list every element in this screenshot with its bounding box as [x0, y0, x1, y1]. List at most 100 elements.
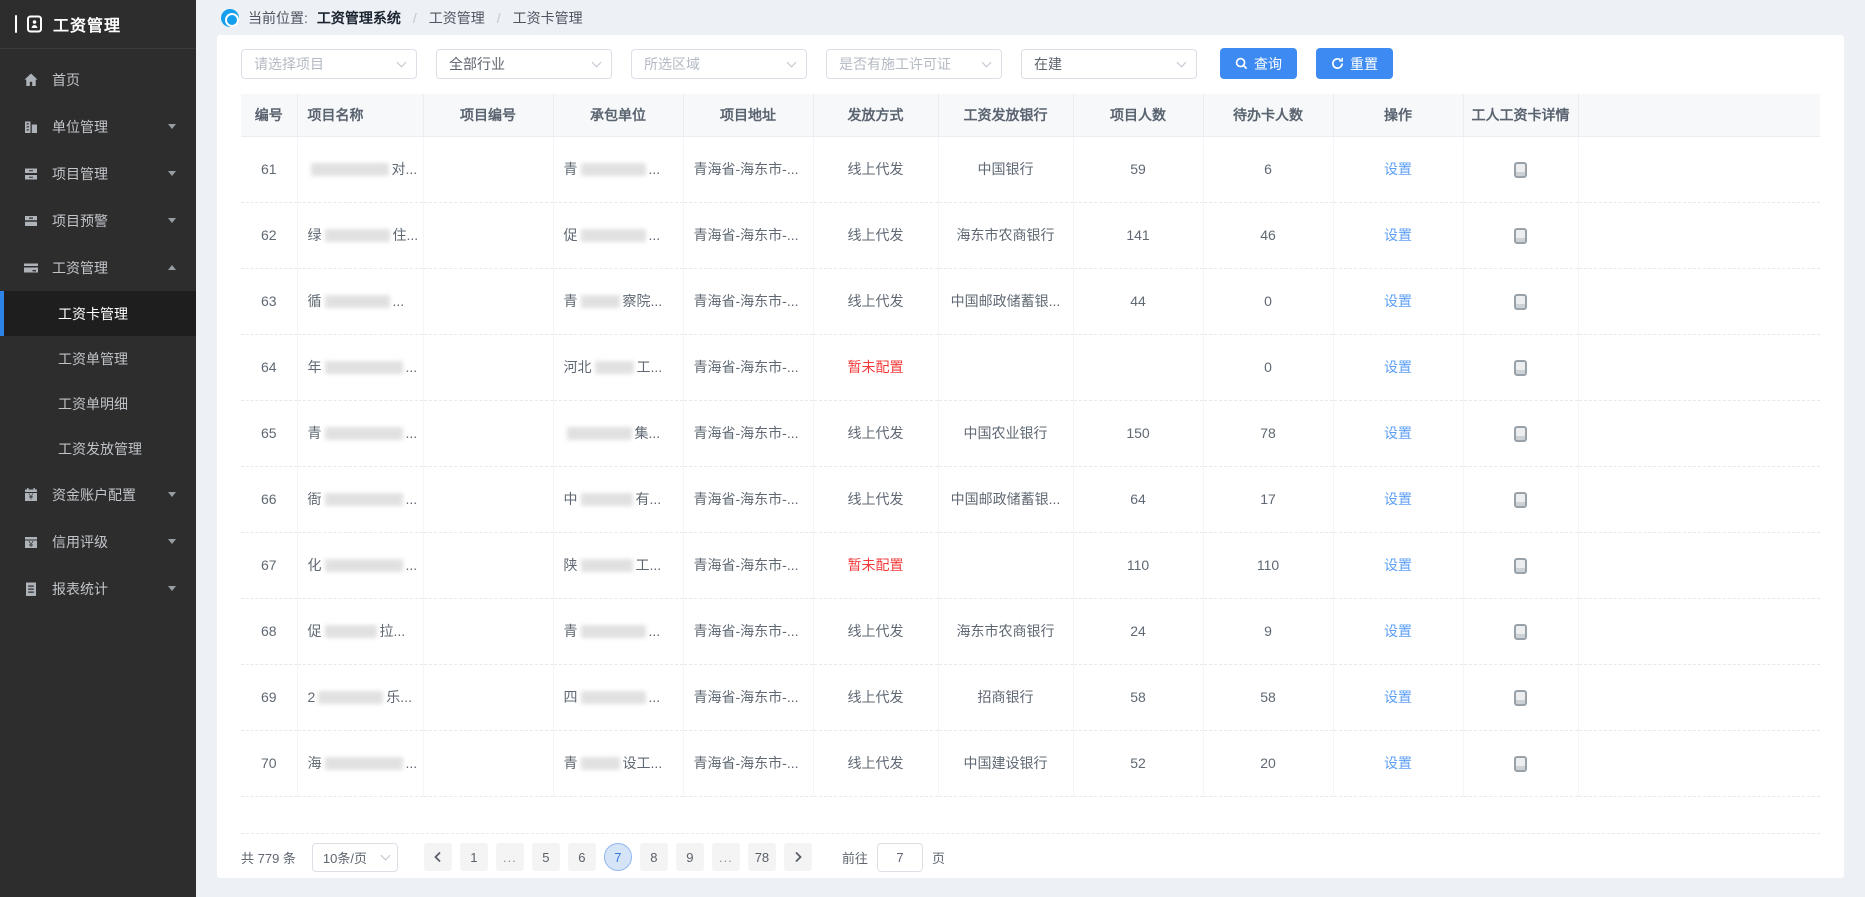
permit-select[interactable]: 是否有施工许可证 [826, 49, 1002, 79]
reset-button[interactable]: 重置 [1316, 48, 1393, 79]
settings-link[interactable]: 设置 [1384, 425, 1412, 441]
page-button[interactable]: 5 [532, 843, 560, 871]
breadcrumb: 当前位置: 工资管理系统 / 工资管理 / 工资卡管理 [196, 0, 1865, 35]
settings-link[interactable]: 设置 [1384, 293, 1412, 309]
table-container: 编号项目名称项目编号承包单位项目地址发放方式工资发放银行项目人数待办卡人数操作工… [217, 94, 1844, 797]
wage-card-detail-icon[interactable] [1514, 624, 1527, 640]
chevron-down-icon [168, 171, 176, 176]
cell-id: 62 [241, 202, 297, 268]
cell-people-count: 150 [1073, 400, 1203, 466]
industry-select[interactable]: 全部行业 [436, 49, 612, 79]
redacted-text [325, 229, 390, 242]
cell-project-code [423, 136, 553, 202]
sidebar-item-report-stats[interactable]: 报表统计 [0, 565, 196, 612]
wage-card-detail-icon[interactable] [1514, 228, 1527, 244]
settings-link[interactable]: 设置 [1384, 227, 1412, 243]
wage-card-detail-icon[interactable] [1514, 162, 1527, 178]
sidebar-item-payslip-detail[interactable]: 工资单明细 [0, 381, 196, 426]
chevron-up-icon [168, 265, 176, 270]
column-header: 承包单位 [553, 94, 683, 136]
table-row: 68 促拉... 青... 青海省-海东市-... 线上代发 海东市农商银行 2… [241, 598, 1820, 664]
redacted-text [581, 559, 633, 572]
wage-card-detail-icon[interactable] [1514, 360, 1527, 376]
cell-contractor: 中有... [553, 466, 683, 532]
cell-id: 66 [241, 466, 297, 532]
query-button[interactable]: 查询 [1220, 48, 1297, 79]
region-select[interactable]: 所选区域 [631, 49, 807, 79]
redacted-text [581, 493, 633, 506]
prev-page-button[interactable] [424, 843, 452, 871]
status-select[interactable]: 在建 [1021, 49, 1197, 79]
cell-actions: 设置 [1333, 136, 1463, 202]
cell-filler [1578, 664, 1820, 730]
search-icon [1235, 57, 1248, 70]
page-button-active[interactable]: 7 [604, 843, 632, 871]
column-header: 发放方式 [813, 94, 938, 136]
wage-card-detail-icon[interactable] [1514, 558, 1527, 574]
cell-actions: 设置 [1333, 334, 1463, 400]
next-page-button[interactable] [784, 843, 812, 871]
sidebar-item-payslip-mgmt[interactable]: 工资单管理 [0, 336, 196, 381]
page-size-select[interactable]: 10条/页 [312, 843, 398, 872]
project-select[interactable]: 请选择项目 [241, 49, 417, 79]
cell-wage-card-detail [1463, 730, 1578, 796]
settings-link[interactable]: 设置 [1384, 359, 1412, 375]
wage-card-detail-icon[interactable] [1514, 690, 1527, 706]
sidebar-item-label: 项目管理 [52, 164, 108, 184]
page-button[interactable]: 1 [460, 843, 488, 871]
location-pin-icon [221, 9, 239, 27]
cell-project-name: 化... [297, 532, 423, 598]
sidebar-item-wage-mgmt[interactable]: 工资管理 [0, 244, 196, 291]
cell-bank: 海东市农商银行 [938, 202, 1073, 268]
settings-link[interactable]: 设置 [1384, 161, 1412, 177]
cell-address: 青海省-海东市-... [683, 268, 813, 334]
breadcrumb-root: 工资管理系统 [317, 8, 401, 28]
cell-contractor: 青察院... [553, 268, 683, 334]
cell-pay-method: 线上代发 [813, 466, 938, 532]
pagination-bar: 共 779 条 10条/页 1...56789...78 前往 页 [241, 833, 1820, 872]
sidebar-item-unit-mgmt[interactable]: 单位管理 [0, 103, 196, 150]
settings-link[interactable]: 设置 [1384, 689, 1412, 705]
settings-link[interactable]: 设置 [1384, 623, 1412, 639]
sidebar-item-project-mgmt[interactable]: 项目管理 [0, 150, 196, 197]
table-row: 66 衙... 中有... 青海省-海东市-... 线上代发 中国邮政储蓄银..… [241, 466, 1820, 532]
redacted-text [325, 427, 403, 440]
chevron-down-icon [397, 57, 407, 67]
sidebar-item-wage-issue-mgmt[interactable]: 工资发放管理 [0, 426, 196, 471]
redacted-text [325, 361, 403, 374]
table-row: 63 循... 青察院... 青海省-海东市-... 线上代发 中国邮政储蓄银.… [241, 268, 1820, 334]
page-button[interactable]: 6 [568, 843, 596, 871]
page-button[interactable]: 78 [748, 843, 776, 871]
cell-people-count: 52 [1073, 730, 1203, 796]
cell-address: 青海省-海东市-... [683, 598, 813, 664]
cell-pay-method: 线上代发 [813, 730, 938, 796]
cell-actions: 设置 [1333, 532, 1463, 598]
cell-id: 69 [241, 664, 297, 730]
cell-id: 67 [241, 532, 297, 598]
sidebar-item-fund-account[interactable]: ¥ 资金账户配置 [0, 471, 196, 518]
wage-card-detail-icon[interactable] [1514, 426, 1527, 442]
sidebar-item-home[interactable]: 首页 [0, 56, 196, 103]
industry-select-value: 全部行业 [449, 54, 505, 74]
wage-card-detail-icon[interactable] [1514, 294, 1527, 310]
sidebar-item-wage-card-mgmt[interactable]: 工资卡管理 [0, 291, 196, 336]
cell-pay-method: 线上代发 [813, 202, 938, 268]
settings-link[interactable]: 设置 [1384, 557, 1412, 573]
wage-card-detail-icon[interactable] [1514, 492, 1527, 508]
cell-project-name: 海... [297, 730, 423, 796]
wage-card-detail-icon[interactable] [1514, 756, 1527, 772]
sidebar-item-credit-rating[interactable]: ¥ 信用评级 [0, 518, 196, 565]
sidebar-item-project-alert[interactable]: 项目预警 [0, 197, 196, 244]
settings-link[interactable]: 设置 [1384, 491, 1412, 507]
redacted-text [581, 295, 620, 308]
page-button[interactable]: 9 [676, 843, 704, 871]
cell-pending-cards: 20 [1203, 730, 1333, 796]
cell-id: 64 [241, 334, 297, 400]
page-button[interactable]: 8 [640, 843, 668, 871]
cell-pay-method: 线上代发 [813, 136, 938, 202]
redacted-text [325, 493, 403, 506]
goto-page-input[interactable] [877, 843, 923, 872]
cell-pay-method: 线上代发 [813, 400, 938, 466]
redacted-text [581, 229, 646, 242]
settings-link[interactable]: 设置 [1384, 755, 1412, 771]
